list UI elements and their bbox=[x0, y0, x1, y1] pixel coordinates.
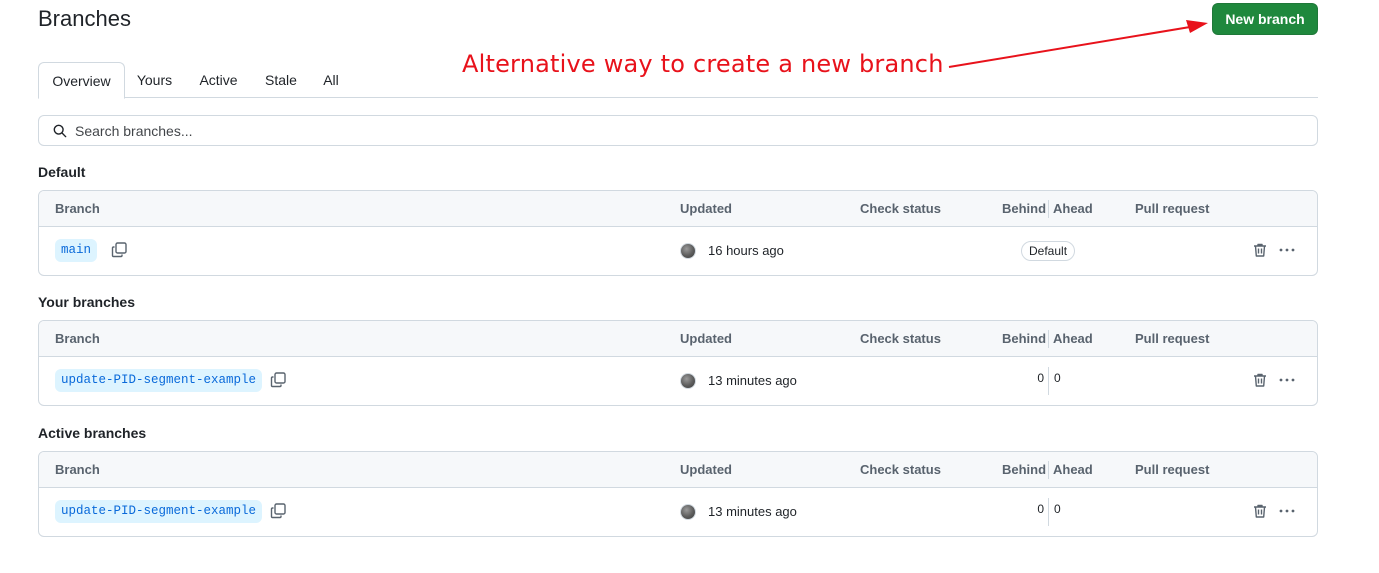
branch-name-link[interactable]: main bbox=[55, 239, 98, 262]
column-header-branch: Branch bbox=[55, 331, 100, 346]
behind-ahead-bar bbox=[1048, 367, 1049, 395]
copy-icon[interactable] bbox=[270, 503, 286, 519]
tab-overview[interactable]: Overview bbox=[38, 62, 125, 99]
tab-active[interactable]: Active bbox=[190, 62, 247, 98]
behind-count: 0 bbox=[1037, 371, 1044, 385]
section-heading-default: Default bbox=[38, 164, 86, 180]
column-header-pull-request: Pull request bbox=[1135, 462, 1210, 477]
new-branch-button[interactable]: New branch bbox=[1212, 3, 1318, 35]
column-header-updated: Updated bbox=[680, 201, 732, 216]
avatar[interactable] bbox=[680, 373, 696, 389]
section-heading-your-branches: Your branches bbox=[38, 294, 135, 310]
behind-ahead-bar bbox=[1048, 498, 1049, 526]
table-header: Branch Updated Check status Behind Ahead… bbox=[39, 321, 1317, 357]
trash-icon[interactable] bbox=[1252, 372, 1268, 388]
column-header-branch: Branch bbox=[55, 462, 100, 477]
column-header-ahead: Ahead bbox=[1053, 462, 1093, 477]
column-header-check-status: Check status bbox=[860, 462, 941, 477]
updated-time: 13 minutes ago bbox=[708, 373, 797, 388]
active-branches-table: Branch Updated Check status Behind Ahead… bbox=[38, 451, 1318, 537]
updated-time: 16 hours ago bbox=[708, 243, 784, 258]
behind-ahead-divider bbox=[1048, 330, 1049, 348]
column-header-behind: Behind bbox=[1002, 331, 1047, 346]
default-branch-table: Branch Updated Check status Behind Ahead… bbox=[38, 190, 1318, 276]
table-row: main 16 hours ago Default bbox=[39, 227, 1317, 275]
column-header-updated: Updated bbox=[680, 462, 732, 477]
column-header-pull-request: Pull request bbox=[1135, 331, 1210, 346]
search-input[interactable] bbox=[75, 122, 1275, 139]
tab-all[interactable]: All bbox=[316, 62, 346, 98]
kebab-horizontal-icon[interactable] bbox=[1278, 372, 1296, 388]
copy-icon[interactable] bbox=[270, 372, 286, 388]
trash-icon[interactable] bbox=[1252, 242, 1268, 258]
page-title: Branches bbox=[38, 6, 131, 31]
behind-count: 0 bbox=[1037, 502, 1044, 516]
column-header-pull-request: Pull request bbox=[1135, 201, 1210, 216]
updated-time: 13 minutes ago bbox=[708, 504, 797, 519]
avatar[interactable] bbox=[680, 243, 696, 259]
column-header-ahead: Ahead bbox=[1053, 331, 1093, 346]
branch-name-link[interactable]: update-PID-segment-example bbox=[55, 369, 263, 392]
table-header: Branch Updated Check status Behind Ahead… bbox=[39, 452, 1317, 488]
kebab-horizontal-icon[interactable] bbox=[1278, 503, 1296, 519]
column-header-branch: Branch bbox=[55, 201, 100, 216]
behind-ahead-divider bbox=[1048, 461, 1049, 479]
behind-ahead-divider bbox=[1048, 200, 1049, 218]
section-heading-active-branches: Active branches bbox=[38, 425, 147, 441]
your-branches-table: Branch Updated Check status Behind Ahead… bbox=[38, 320, 1318, 406]
branch-name-link[interactable]: update-PID-segment-example bbox=[55, 500, 263, 523]
copy-icon[interactable] bbox=[111, 242, 127, 258]
table-row: update-PID-segment-example 13 minutes ag… bbox=[39, 357, 1317, 405]
branch-tabs: Overview Yours Active Stale All bbox=[38, 62, 1318, 99]
column-header-updated: Updated bbox=[680, 331, 732, 346]
ahead-count: 0 bbox=[1054, 371, 1061, 385]
column-header-behind: Behind bbox=[1002, 462, 1047, 477]
ahead-count: 0 bbox=[1054, 502, 1061, 516]
search-icon bbox=[53, 124, 67, 137]
trash-icon[interactable] bbox=[1252, 503, 1268, 519]
avatar[interactable] bbox=[680, 504, 696, 520]
column-header-behind: Behind bbox=[1002, 201, 1047, 216]
search-box[interactable] bbox=[38, 115, 1318, 146]
column-header-ahead: Ahead bbox=[1053, 201, 1093, 216]
column-header-check-status: Check status bbox=[860, 331, 941, 346]
table-header: Branch Updated Check status Behind Ahead… bbox=[39, 191, 1317, 227]
table-row: update-PID-segment-example 13 minutes ag… bbox=[39, 488, 1317, 536]
kebab-horizontal-icon[interactable] bbox=[1278, 242, 1296, 258]
tab-yours[interactable]: Yours bbox=[128, 62, 181, 98]
tab-stale[interactable]: Stale bbox=[256, 62, 306, 98]
default-badge: Default bbox=[1021, 241, 1076, 261]
column-header-check-status: Check status bbox=[860, 201, 941, 216]
